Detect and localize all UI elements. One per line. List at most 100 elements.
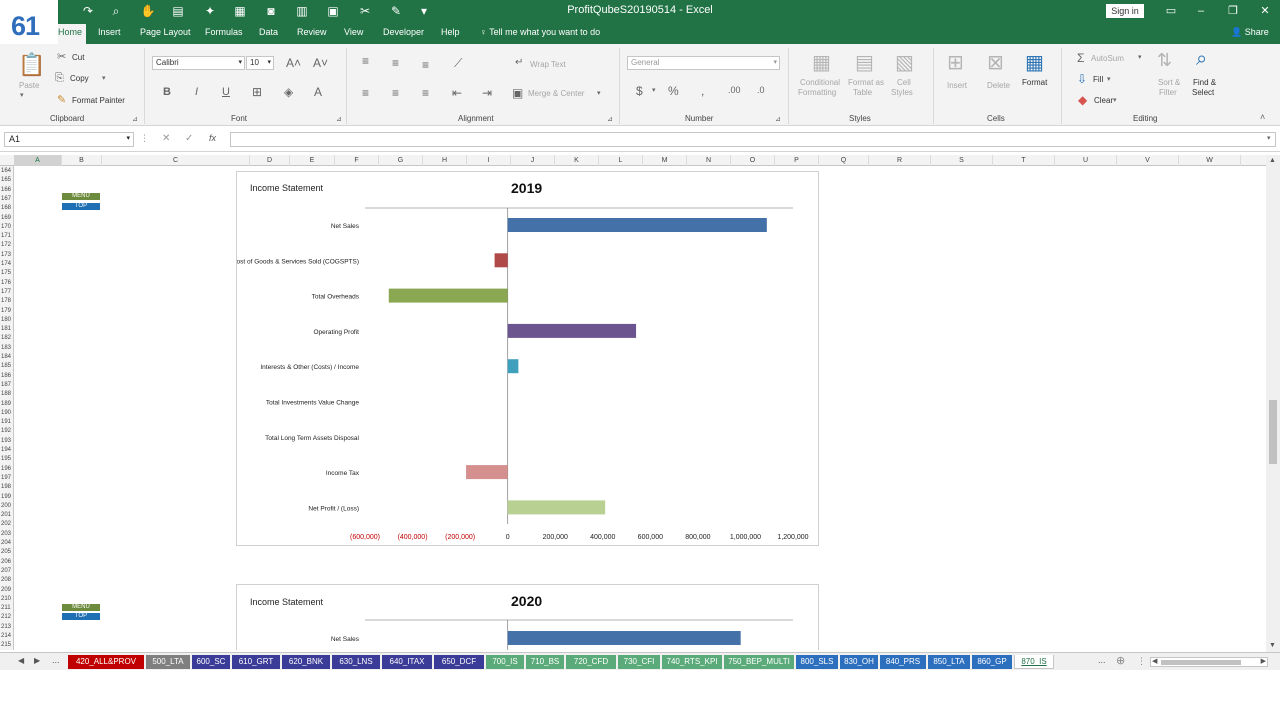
sheet-tab[interactable]: 610_GRT (232, 655, 280, 669)
row-header[interactable]: 208 (0, 576, 13, 584)
format-painter-icon[interactable]: ✎ (57, 93, 66, 106)
sheet-ellipsis-left[interactable]: ... (52, 655, 60, 665)
row-header[interactable]: 177 (0, 288, 13, 296)
align-right-icon[interactable]: ≡ (422, 86, 429, 100)
tab-help[interactable]: Help (441, 27, 460, 37)
top-button[interactable]: TOP (62, 203, 100, 210)
paste-button[interactable]: Paste (19, 81, 39, 90)
align-center-icon[interactable]: ≡ (392, 86, 399, 100)
tab-formulas[interactable]: Formulas (205, 27, 243, 37)
column-header-m[interactable]: M (643, 155, 687, 166)
top-button[interactable]: TOP (62, 613, 100, 620)
tab-insert[interactable]: Insert (98, 27, 121, 37)
format-cells-icon[interactable]: ▦ (1025, 50, 1044, 75)
row-header[interactable]: 170 (0, 223, 13, 231)
font-size-combo[interactable]: 10 ▾ (246, 56, 274, 70)
minimize-button[interactable]: – (1190, 3, 1212, 19)
sheet-tab[interactable]: 800_SLS (796, 655, 838, 669)
number-format-combo[interactable]: General ▾ (627, 56, 780, 70)
bar[interactable] (507, 218, 767, 232)
row-header[interactable]: 187 (0, 381, 13, 389)
scroll-down-icon[interactable]: ▼ (1269, 642, 1276, 649)
row-header[interactable]: 185 (0, 362, 13, 370)
column-header-b[interactable]: B (62, 155, 102, 166)
delete-cells-icon[interactable]: ⊠ (987, 50, 1004, 75)
align-bottom-icon[interactable]: ≡ (422, 58, 429, 72)
bar[interactable] (494, 253, 508, 268)
column-header-n[interactable]: N (687, 155, 731, 166)
row-header[interactable]: 190 (0, 409, 13, 417)
decrease-decimal-icon[interactable]: .0 (757, 85, 765, 95)
close-button[interactable]: ✕ (1254, 3, 1276, 19)
currency-dropdown-icon[interactable]: ▾ (652, 86, 656, 94)
conditional-formatting-line2[interactable]: Formatting (798, 88, 836, 97)
insert-cells-icon[interactable]: ⊞ (947, 50, 964, 75)
column-header-s[interactable]: S (931, 155, 993, 166)
conditional-formatting-icon[interactable]: ▦ (812, 50, 831, 75)
ribbon-display-icon[interactable]: ▭ (1160, 3, 1182, 19)
row-header[interactable]: 165 (0, 176, 13, 184)
sheet-tab[interactable]: 850_LTA (928, 655, 970, 669)
paste-dropdown-icon[interactable]: ▾ (20, 91, 24, 99)
row-header[interactable]: 206 (0, 558, 13, 566)
expand-formula-icon[interactable]: ▾ (1267, 134, 1271, 142)
column-header-a[interactable]: A (14, 155, 62, 166)
sheet-tab[interactable]: 730_CFI (618, 655, 660, 669)
row-header[interactable]: 181 (0, 325, 13, 333)
confirm-entry-icon[interactable]: ✓ (185, 133, 193, 144)
autosum-button[interactable]: AutoSum (1091, 54, 1124, 63)
row-header[interactable]: 173 (0, 251, 13, 259)
row-header[interactable]: 204 (0, 539, 13, 547)
column-header-r[interactable]: R (869, 155, 931, 166)
row-header[interactable]: 194 (0, 446, 13, 454)
align-top-icon[interactable]: ≡ (362, 54, 369, 68)
row-header[interactable]: 182 (0, 334, 13, 342)
italic-icon[interactable]: I (195, 86, 198, 98)
delete-cells-button[interactable]: Delete (987, 81, 1010, 90)
row-header[interactable]: 214 (0, 632, 13, 640)
find-select-line2[interactable]: Select (1192, 88, 1214, 97)
row-header[interactable]: 209 (0, 586, 13, 594)
row-header[interactable]: 175 (0, 269, 13, 277)
clipboard-launcher-icon[interactable]: ⊿ (132, 115, 138, 123)
bar[interactable] (388, 288, 508, 303)
cell-styles-line2[interactable]: Styles (891, 88, 913, 97)
column-header-u[interactable]: U (1055, 155, 1117, 166)
cut-button[interactable]: Cut (72, 53, 84, 62)
column-header-c[interactable]: C (102, 155, 250, 166)
sheet-tab[interactable]: 630_LNS (332, 655, 380, 669)
sheet-tab[interactable]: 500_LTA (146, 655, 190, 669)
menu-button[interactable]: MENU (62, 193, 100, 200)
row-header[interactable]: 207 (0, 567, 13, 575)
tab-data[interactable]: Data (259, 27, 278, 37)
restore-button[interactable]: ❐ (1222, 3, 1244, 19)
tab-page-layout[interactable]: Page Layout (140, 27, 191, 37)
decrease-font-icon[interactable]: A˅ (313, 56, 328, 70)
row-header[interactable]: 189 (0, 400, 13, 408)
insert-cells-button[interactable]: Insert (947, 81, 967, 90)
sheet-tab[interactable]: 650_DCF (434, 655, 484, 669)
row-header[interactable]: 212 (0, 613, 13, 621)
cell-styles-line1[interactable]: Cell (897, 78, 911, 87)
format-as-table-line2[interactable]: Table (853, 88, 872, 97)
tab-split-icon[interactable]: ⋮ (1137, 656, 1146, 667)
row-header[interactable]: 167 (0, 195, 13, 203)
row-header[interactable]: 201 (0, 511, 13, 519)
format-as-table-line1[interactable]: Format as (848, 78, 884, 87)
column-header-v[interactable]: V (1117, 155, 1179, 166)
eraser-icon[interactable]: ◆ (1078, 93, 1087, 107)
row-header[interactable]: 191 (0, 418, 13, 426)
row-header[interactable]: 211 (0, 604, 13, 612)
wrap-text-icon[interactable]: ↵ (515, 57, 523, 68)
currency-icon[interactable]: $ (636, 84, 643, 98)
row-header[interactable]: 166 (0, 186, 13, 194)
paste-icon[interactable]: 📋 (18, 52, 45, 78)
scroll-right-icon[interactable]: ▶ (1261, 657, 1266, 665)
row-header[interactable]: 174 (0, 260, 13, 268)
find-select-line1[interactable]: Find & (1193, 78, 1216, 87)
row-header[interactable]: 178 (0, 297, 13, 305)
sheet-tab[interactable]: 720_CFD (566, 655, 616, 669)
cell-styles-icon[interactable]: ▧ (895, 50, 914, 75)
copy-icon[interactable]: ⎘ (55, 72, 64, 85)
fill-color-icon[interactable]: ◈ (284, 85, 293, 99)
